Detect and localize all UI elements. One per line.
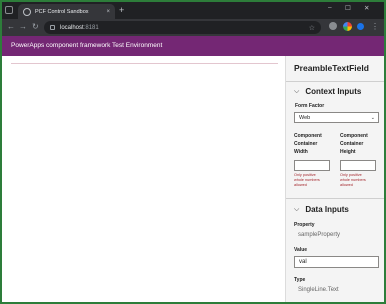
- width-label-line: Component: [294, 133, 322, 139]
- form-factor-select[interactable]: Web ⌄: [294, 112, 379, 123]
- profile-avatar[interactable]: [343, 22, 352, 31]
- browser-menu-icon[interactable]: ⋮: [371, 22, 379, 32]
- form-factor-label: Form Factor: [295, 103, 325, 109]
- url-host: localhost: [60, 24, 84, 31]
- forward-button[interactable]: →: [19, 22, 27, 32]
- browser-tab[interactable]: PCF Control Sandbox ×: [18, 4, 115, 19]
- browser-toolbar: ← → ↻ localhost:8181 ☆ ⋮: [2, 19, 384, 36]
- value-input-text: val: [299, 259, 307, 265]
- extension-icon[interactable]: [357, 23, 364, 30]
- divider: [286, 81, 384, 82]
- control-canvas: [2, 56, 282, 302]
- reload-button[interactable]: ↻: [32, 22, 39, 32]
- chevron-down-icon: ⌵: [294, 205, 300, 213]
- url-text: localhost:8181: [60, 25, 99, 31]
- browser-window: PCF Control Sandbox × + – ☐ ✕ ← → ↻ loca…: [2, 2, 384, 302]
- section-label: Data Inputs: [305, 205, 349, 214]
- context-inputs-header[interactable]: ⌵ Context Inputs: [294, 87, 361, 96]
- form-factor-value: Web: [299, 114, 311, 121]
- height-label-line: Container: [340, 141, 364, 147]
- container-height-input[interactable]: [340, 160, 376, 171]
- property-value: sampleProperty: [298, 232, 341, 238]
- new-tab-button[interactable]: +: [119, 5, 124, 15]
- bookmark-star-icon[interactable]: ☆: [309, 24, 315, 32]
- divider: [286, 198, 384, 199]
- app-title: PowerApps component framework Test Envir…: [11, 42, 163, 49]
- height-error-message: Only positive whole numbers allowed: [340, 173, 380, 188]
- error-line: allowed: [340, 183, 353, 187]
- info-icon[interactable]: [50, 25, 55, 30]
- chevron-down-icon: ⌄: [370, 114, 375, 121]
- browser-titlebar: PCF Control Sandbox × + – ☐ ✕: [2, 2, 384, 19]
- url-port: :8181: [83, 24, 99, 31]
- section-label: Context Inputs: [305, 87, 362, 96]
- tab-title: PCF Control Sandbox: [35, 8, 89, 15]
- control-name: PreambleTextField: [294, 63, 369, 73]
- width-label-line: Width: [294, 149, 308, 155]
- back-button[interactable]: ←: [7, 22, 15, 32]
- type-label: Type: [294, 277, 306, 283]
- width-error-message: Only positive whole numbers allowed: [294, 173, 334, 188]
- minimize-button[interactable]: –: [328, 4, 332, 11]
- height-label-line: Height: [340, 149, 356, 155]
- control-placeholder-line: [11, 63, 278, 64]
- globe-icon: [23, 7, 31, 16]
- width-label-line: Container: [294, 141, 318, 147]
- value-input[interactable]: val: [294, 256, 379, 268]
- chevron-down-icon: ⌵: [294, 87, 300, 95]
- close-window-button[interactable]: ✕: [364, 4, 369, 12]
- tab-search-icon[interactable]: [5, 6, 13, 14]
- data-inputs-header[interactable]: ⌵ Data Inputs: [294, 205, 349, 214]
- property-label: Property: [294, 222, 315, 228]
- error-line: allowed: [294, 183, 307, 187]
- app-header: PowerApps component framework Test Envir…: [2, 36, 384, 56]
- maximize-button[interactable]: ☐: [345, 4, 351, 12]
- extension-icon[interactable]: [329, 22, 337, 30]
- tab-close-icon[interactable]: ×: [106, 9, 110, 15]
- type-value: SingleLine.Text: [298, 287, 339, 293]
- height-label-line: Component: [340, 133, 368, 139]
- address-bar[interactable]: localhost:8181 ☆: [44, 21, 321, 34]
- value-label: Value: [294, 247, 308, 253]
- container-width-input[interactable]: [294, 160, 330, 171]
